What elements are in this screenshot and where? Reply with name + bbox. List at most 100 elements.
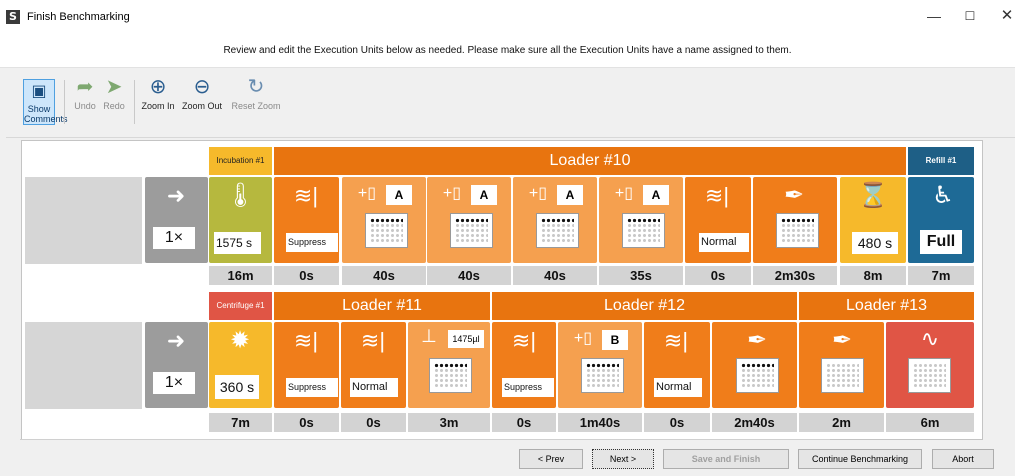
- shake-block[interactable]: ≋| Normal: [341, 322, 406, 408]
- plate-wells: [826, 363, 859, 388]
- shake-icon: ≋|: [293, 183, 319, 208]
- pipette-block[interactable]: ✒: [753, 177, 837, 263]
- shake-block[interactable]: ≋| Suppress: [274, 322, 339, 408]
- start-block[interactable]: ➜ 1×: [145, 177, 208, 263]
- reset-zoom-button[interactable]: ↻ Reset Zoom: [229, 76, 283, 111]
- shake-block[interactable]: ≋| Normal: [685, 177, 751, 263]
- suppress-field[interactable]: Suppress: [286, 233, 338, 252]
- plate-wells-filled: [741, 363, 774, 368]
- normal-field[interactable]: Normal: [654, 378, 702, 397]
- repeat-count[interactable]: 1×: [153, 227, 195, 249]
- measure-block[interactable]: ∿: [886, 322, 974, 408]
- footer-divider: [20, 439, 830, 440]
- centrifuge-time-field[interactable]: 360 s: [215, 375, 259, 399]
- duration-label: 3m: [408, 413, 490, 432]
- toolbar: ▣ Show Comments ➦ Undo ➤ Redo ⊕ Zoom In …: [6, 68, 1015, 138]
- loader-13-header[interactable]: Loader #13: [799, 292, 974, 320]
- toolbar-separator: [64, 80, 65, 124]
- slot-label[interactable]: A: [643, 185, 669, 205]
- refill-header[interactable]: Refill #1: [908, 147, 974, 175]
- continue-benchmarking-button[interactable]: Continue Benchmarking: [798, 449, 922, 469]
- plate-wells-filled: [586, 363, 619, 368]
- incubation-header[interactable]: Incubation #1: [209, 147, 272, 175]
- refill-nozzle-icon: ♿: [932, 182, 954, 209]
- duration-label: 6m: [886, 413, 974, 432]
- duration-label: 40s: [513, 266, 597, 285]
- zoom-in-icon: ⊕: [149, 76, 167, 98]
- repeat-count[interactable]: 1×: [153, 372, 195, 394]
- wait-time-field[interactable]: 480 s: [852, 232, 898, 254]
- maximize-button[interactable]: ☐: [958, 4, 982, 28]
- wait-block[interactable]: ⌛ 480 s: [840, 177, 906, 263]
- duration-label: 0s: [685, 266, 751, 285]
- centrifuge-header[interactable]: Centrifuge #1: [209, 292, 272, 320]
- redo-button[interactable]: ➤ Redo: [102, 76, 126, 111]
- add-tube-block[interactable]: +▯ A: [427, 177, 511, 263]
- normal-field[interactable]: Normal: [699, 233, 749, 252]
- show-comments-label-2: Comments: [24, 114, 68, 124]
- zoom-out-button[interactable]: ⊖ Zoom Out: [181, 76, 223, 111]
- add-tube-block[interactable]: +▯ A: [513, 177, 597, 263]
- dispense-block[interactable]: ⊥ 1475µl: [408, 322, 490, 408]
- close-button[interactable]: ✕: [995, 4, 1015, 28]
- pipette-block[interactable]: ✒: [712, 322, 797, 408]
- abort-button[interactable]: Abort: [932, 449, 994, 469]
- duration-label: 0s: [341, 413, 406, 432]
- incubation-time-field[interactable]: 1575 s: [214, 232, 261, 254]
- undo-icon: ➦: [76, 76, 94, 98]
- workflow-canvas[interactable]: ➜ 1× Incubation #1 🌡 1575 s Loader #10 ≋…: [21, 140, 983, 440]
- next-button[interactable]: Next >: [592, 449, 654, 469]
- refill-block[interactable]: ♿ Full: [908, 177, 974, 263]
- minimize-button[interactable]: —: [922, 4, 946, 28]
- loader-12-header[interactable]: Loader #12: [492, 292, 797, 320]
- start-block[interactable]: ➜ 1×: [145, 322, 208, 408]
- add-tube-block[interactable]: +▯ A: [342, 177, 426, 263]
- undo-button[interactable]: ➦ Undo: [73, 76, 97, 111]
- shake-block[interactable]: ≋| Suppress: [492, 322, 556, 408]
- slot-label[interactable]: A: [557, 185, 583, 205]
- refill-field[interactable]: Full: [920, 230, 962, 254]
- duration-label: 0s: [274, 266, 339, 285]
- window-title: Finish Benchmarking: [27, 11, 130, 23]
- centrifuge-icon: ✹: [229, 327, 251, 354]
- redo-label: Redo: [103, 101, 125, 111]
- hourglass-icon: ⌛: [858, 182, 888, 209]
- slot-label[interactable]: A: [386, 185, 412, 205]
- duration-label: 2m30s: [753, 266, 837, 285]
- plate: [450, 213, 493, 248]
- plate: [429, 358, 472, 393]
- incubation-block[interactable]: 🌡 1575 s: [209, 177, 272, 263]
- plate: [821, 358, 864, 393]
- plate-wells-filled: [781, 218, 814, 223]
- zoom-in-button[interactable]: ⊕ Zoom In: [139, 76, 177, 111]
- slot-label[interactable]: A: [471, 185, 497, 205]
- duration-label: 2m: [799, 413, 884, 432]
- suppress-field[interactable]: Suppress: [502, 378, 554, 397]
- volume-field[interactable]: 1475µl: [448, 330, 484, 348]
- duration-label: 0s: [492, 413, 556, 432]
- add-tube-icon: +▯: [614, 185, 634, 202]
- shake-icon: ≋|: [293, 328, 319, 353]
- add-tube-block[interactable]: +▯ B: [558, 322, 642, 408]
- pipette-block[interactable]: ✒: [799, 322, 884, 408]
- show-comments-button[interactable]: ▣ Show Comments: [23, 79, 68, 125]
- centrifuge-block[interactable]: ✹ 360 s: [209, 322, 272, 408]
- slot-label[interactable]: B: [602, 330, 628, 350]
- shake-block[interactable]: ≋| Normal: [644, 322, 710, 408]
- loader-11-header[interactable]: Loader #11: [274, 292, 490, 320]
- shake-block[interactable]: ≋| Suppress: [274, 177, 339, 263]
- save-and-finish-button[interactable]: Save and Finish: [663, 449, 789, 469]
- plate: [365, 213, 408, 248]
- thermometer-icon: 🌡: [225, 182, 256, 209]
- normal-field[interactable]: Normal: [350, 378, 398, 397]
- add-tube-icon: +▯: [357, 185, 377, 202]
- suppress-field[interactable]: Suppress: [286, 378, 338, 397]
- prev-button[interactable]: < Prev: [519, 449, 583, 469]
- reset-zoom-icon: ↻: [247, 76, 265, 98]
- zoom-out-icon: ⊖: [193, 76, 211, 98]
- loader-10-header[interactable]: Loader #10: [274, 147, 906, 175]
- plate-wells-filled: [627, 218, 660, 223]
- toolbar-separator: [134, 80, 135, 124]
- add-tube-block[interactable]: +▯ A: [599, 177, 683, 263]
- reset-zoom-label: Reset Zoom: [231, 101, 281, 111]
